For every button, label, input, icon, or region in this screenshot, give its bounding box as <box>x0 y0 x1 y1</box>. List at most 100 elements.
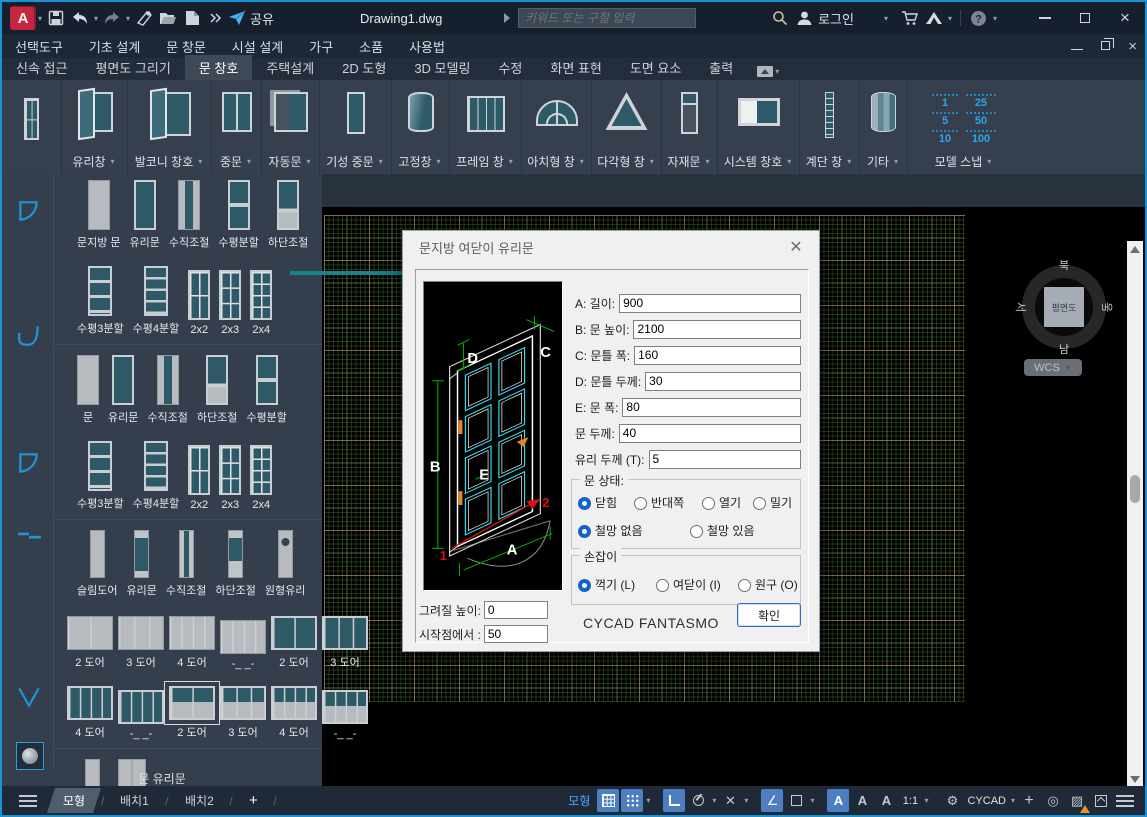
palette-item[interactable]: 유리문 <box>126 530 156 598</box>
palette-item[interactable]: 하단조절 <box>268 180 308 250</box>
open-button[interactable] <box>156 5 180 31</box>
radio-lever-handle[interactable]: 꺽기 (L) <box>578 576 635 593</box>
ribbon-group-fixed-window[interactable]: 고정창▾ <box>392 80 450 174</box>
new-file-button[interactable] <box>180 5 204 31</box>
palette-item[interactable]: 원형유리 <box>265 530 305 598</box>
sliding-track-icon[interactable] <box>14 522 44 548</box>
chevron-down-icon[interactable]: ▾ <box>124 14 132 23</box>
new-layout-button[interactable]: + <box>233 788 274 813</box>
vertical-scrollbar[interactable] <box>1127 241 1143 788</box>
chevron-down-icon[interactable]: ▾ <box>704 157 712 166</box>
chevron-down-icon[interactable]: ▾ <box>1009 796 1017 805</box>
tab-output[interactable]: 출력 <box>695 55 747 80</box>
annotation-scale-value[interactable]: 1:1 <box>899 789 921 812</box>
tab-quick-access[interactable]: 신속 접근 <box>2 55 81 80</box>
polar-tracking-button[interactable] <box>687 789 709 812</box>
selection-cycling-button[interactable] <box>785 789 807 812</box>
compass-north-label[interactable]: 북 <box>1059 257 1069 273</box>
palette-item[interactable]: 수직조절 <box>147 355 187 425</box>
ribbon-group-middle-door[interactable]: 중문▾ <box>212 80 262 174</box>
chevron-down-icon[interactable]: ▾ <box>882 14 890 23</box>
save-button[interactable] <box>44 5 68 31</box>
play-arrow-icon[interactable] <box>504 13 510 23</box>
dialog-close-button[interactable]: ✕ <box>783 235 809 259</box>
palette-item[interactable]: 하단조절 <box>215 530 255 598</box>
menu-basic-design[interactable]: 기초 설계 <box>76 37 153 56</box>
palette-item[interactable]: 슬림도어 <box>77 530 117 598</box>
palette-item[interactable]: 유리문 <box>130 180 160 250</box>
door-height-input[interactable] <box>633 320 801 339</box>
radio-swing-handle[interactable]: 여닫이 (I) <box>656 576 721 593</box>
palette-item[interactable]: 문 <box>77 355 99 425</box>
object-snap-button[interactable]: ✕ <box>719 789 741 812</box>
radio-push[interactable]: 밀기 <box>753 494 792 511</box>
minimize-button[interactable] <box>1025 2 1065 34</box>
ribbon-group-stair-window[interactable]: 계단 창▾ <box>800 80 860 174</box>
palette-item[interactable]: 3 도어 <box>322 616 368 670</box>
ribbon-group-frame-window[interactable]: 프레임 창▾ <box>450 80 522 174</box>
palette-item[interactable]: 2x3 <box>219 445 241 511</box>
tab-layout2[interactable]: 배치2 <box>168 788 229 813</box>
grid-display-button[interactable] <box>597 789 619 812</box>
palette-item[interactable]: 2 도어 <box>67 616 113 670</box>
undo-button[interactable] <box>68 5 92 31</box>
doc-close-button[interactable]: × <box>1128 38 1137 55</box>
clean-screen-button[interactable] <box>1090 789 1112 812</box>
ribbon-group-auto-door[interactable]: 자동문▾ <box>262 80 320 174</box>
model-space-label[interactable]: 모형 <box>568 792 590 809</box>
ribbon-group-etc[interactable]: 기타▾ <box>860 80 908 174</box>
annotation-scale-button[interactable]: A <box>875 789 897 812</box>
ribbon-group-glass-window[interactable]: 유리창▾ <box>62 80 128 174</box>
palette-item[interactable]: 3 도어 <box>220 686 266 740</box>
layout-menu-button[interactable] <box>17 789 39 812</box>
tab-2d-shapes[interactable]: 2D 도형 <box>328 55 400 80</box>
radio-no-mesh[interactable]: 철망 없음 <box>578 522 643 539</box>
ribbon-group-polygon-window[interactable]: 다각형 창▾ <box>592 80 662 174</box>
palette-item[interactable]: 2x2 <box>188 445 210 511</box>
search-button[interactable] <box>768 5 792 31</box>
chevron-down-icon[interactable]: ▾ <box>196 157 204 166</box>
menu-facility[interactable]: 시설 설계 <box>219 37 296 56</box>
palette-item[interactable]: 수직조절 <box>169 180 209 250</box>
tab-plan-drawing[interactable]: 평면도 그리기 <box>81 55 184 80</box>
chevron-down-icon[interactable]: ▾ <box>845 157 853 166</box>
maximize-button[interactable] <box>1065 2 1105 34</box>
workspace-switcher[interactable]: CYCAD <box>965 789 1008 812</box>
door-thickness-input[interactable] <box>619 424 801 443</box>
chevron-down-icon[interactable]: ▾ <box>991 14 999 23</box>
snap-mode-button[interactable] <box>621 789 643 812</box>
door-swing-icon[interactable] <box>14 450 44 476</box>
chevron-down-icon[interactable]: ▾ <box>742 796 750 805</box>
ribbon-group-balcony-window[interactable]: 발코니 창호▾ <box>128 80 212 174</box>
chevron-down-icon[interactable]: ▾ <box>985 157 993 166</box>
app-logo[interactable]: A <box>10 6 36 30</box>
snap-value[interactable]: 100 <box>966 130 996 145</box>
share-button[interactable]: 공유 <box>228 5 274 31</box>
isolate-objects-button[interactable]: ◎ <box>1042 789 1064 812</box>
chevron-down-icon[interactable]: ▾ <box>109 157 117 166</box>
menu-select-tools[interactable]: 선택도구 <box>2 37 76 56</box>
compass-east-label[interactable]: 동 <box>1099 302 1115 312</box>
scroll-down-icon[interactable] <box>1130 776 1140 783</box>
help-button[interactable]: ? <box>967 5 991 31</box>
palette-item[interactable]: 3 도어 <box>118 616 164 670</box>
chevron-down-icon[interactable]: ▾ <box>648 157 656 166</box>
ortho-mode-button[interactable] <box>663 789 685 812</box>
doc-restore-button[interactable] <box>1101 37 1110 55</box>
doc-minimize-button[interactable] <box>1071 37 1083 55</box>
chevron-down-icon[interactable]: ▾ <box>785 157 793 166</box>
annotation-visibility-button[interactable]: A <box>827 789 849 812</box>
store-button[interactable] <box>898 5 922 31</box>
settings-button[interactable]: ⚙ <box>941 789 963 812</box>
chevron-down-icon[interactable]: ▾ <box>245 157 253 166</box>
chevron-down-icon[interactable]: ▾ <box>644 796 652 805</box>
chevron-down-icon[interactable]: ▾ <box>36 14 44 23</box>
chevron-down-icon[interactable]: ▾ <box>578 157 586 166</box>
snap-value[interactable]: 5 <box>932 112 958 127</box>
ribbon-group-arch-window[interactable]: 아치형 창▾ <box>522 80 592 174</box>
compass-south-label[interactable]: 남 <box>1059 341 1069 357</box>
chevron-down-icon[interactable]: ▾ <box>377 157 385 166</box>
chevron-down-icon[interactable]: ▾ <box>92 14 100 23</box>
radio-with-mesh[interactable]: 철망 있음 <box>690 522 755 539</box>
ribbon-group-material-door[interactable]: 자재문▾ <box>662 80 718 174</box>
